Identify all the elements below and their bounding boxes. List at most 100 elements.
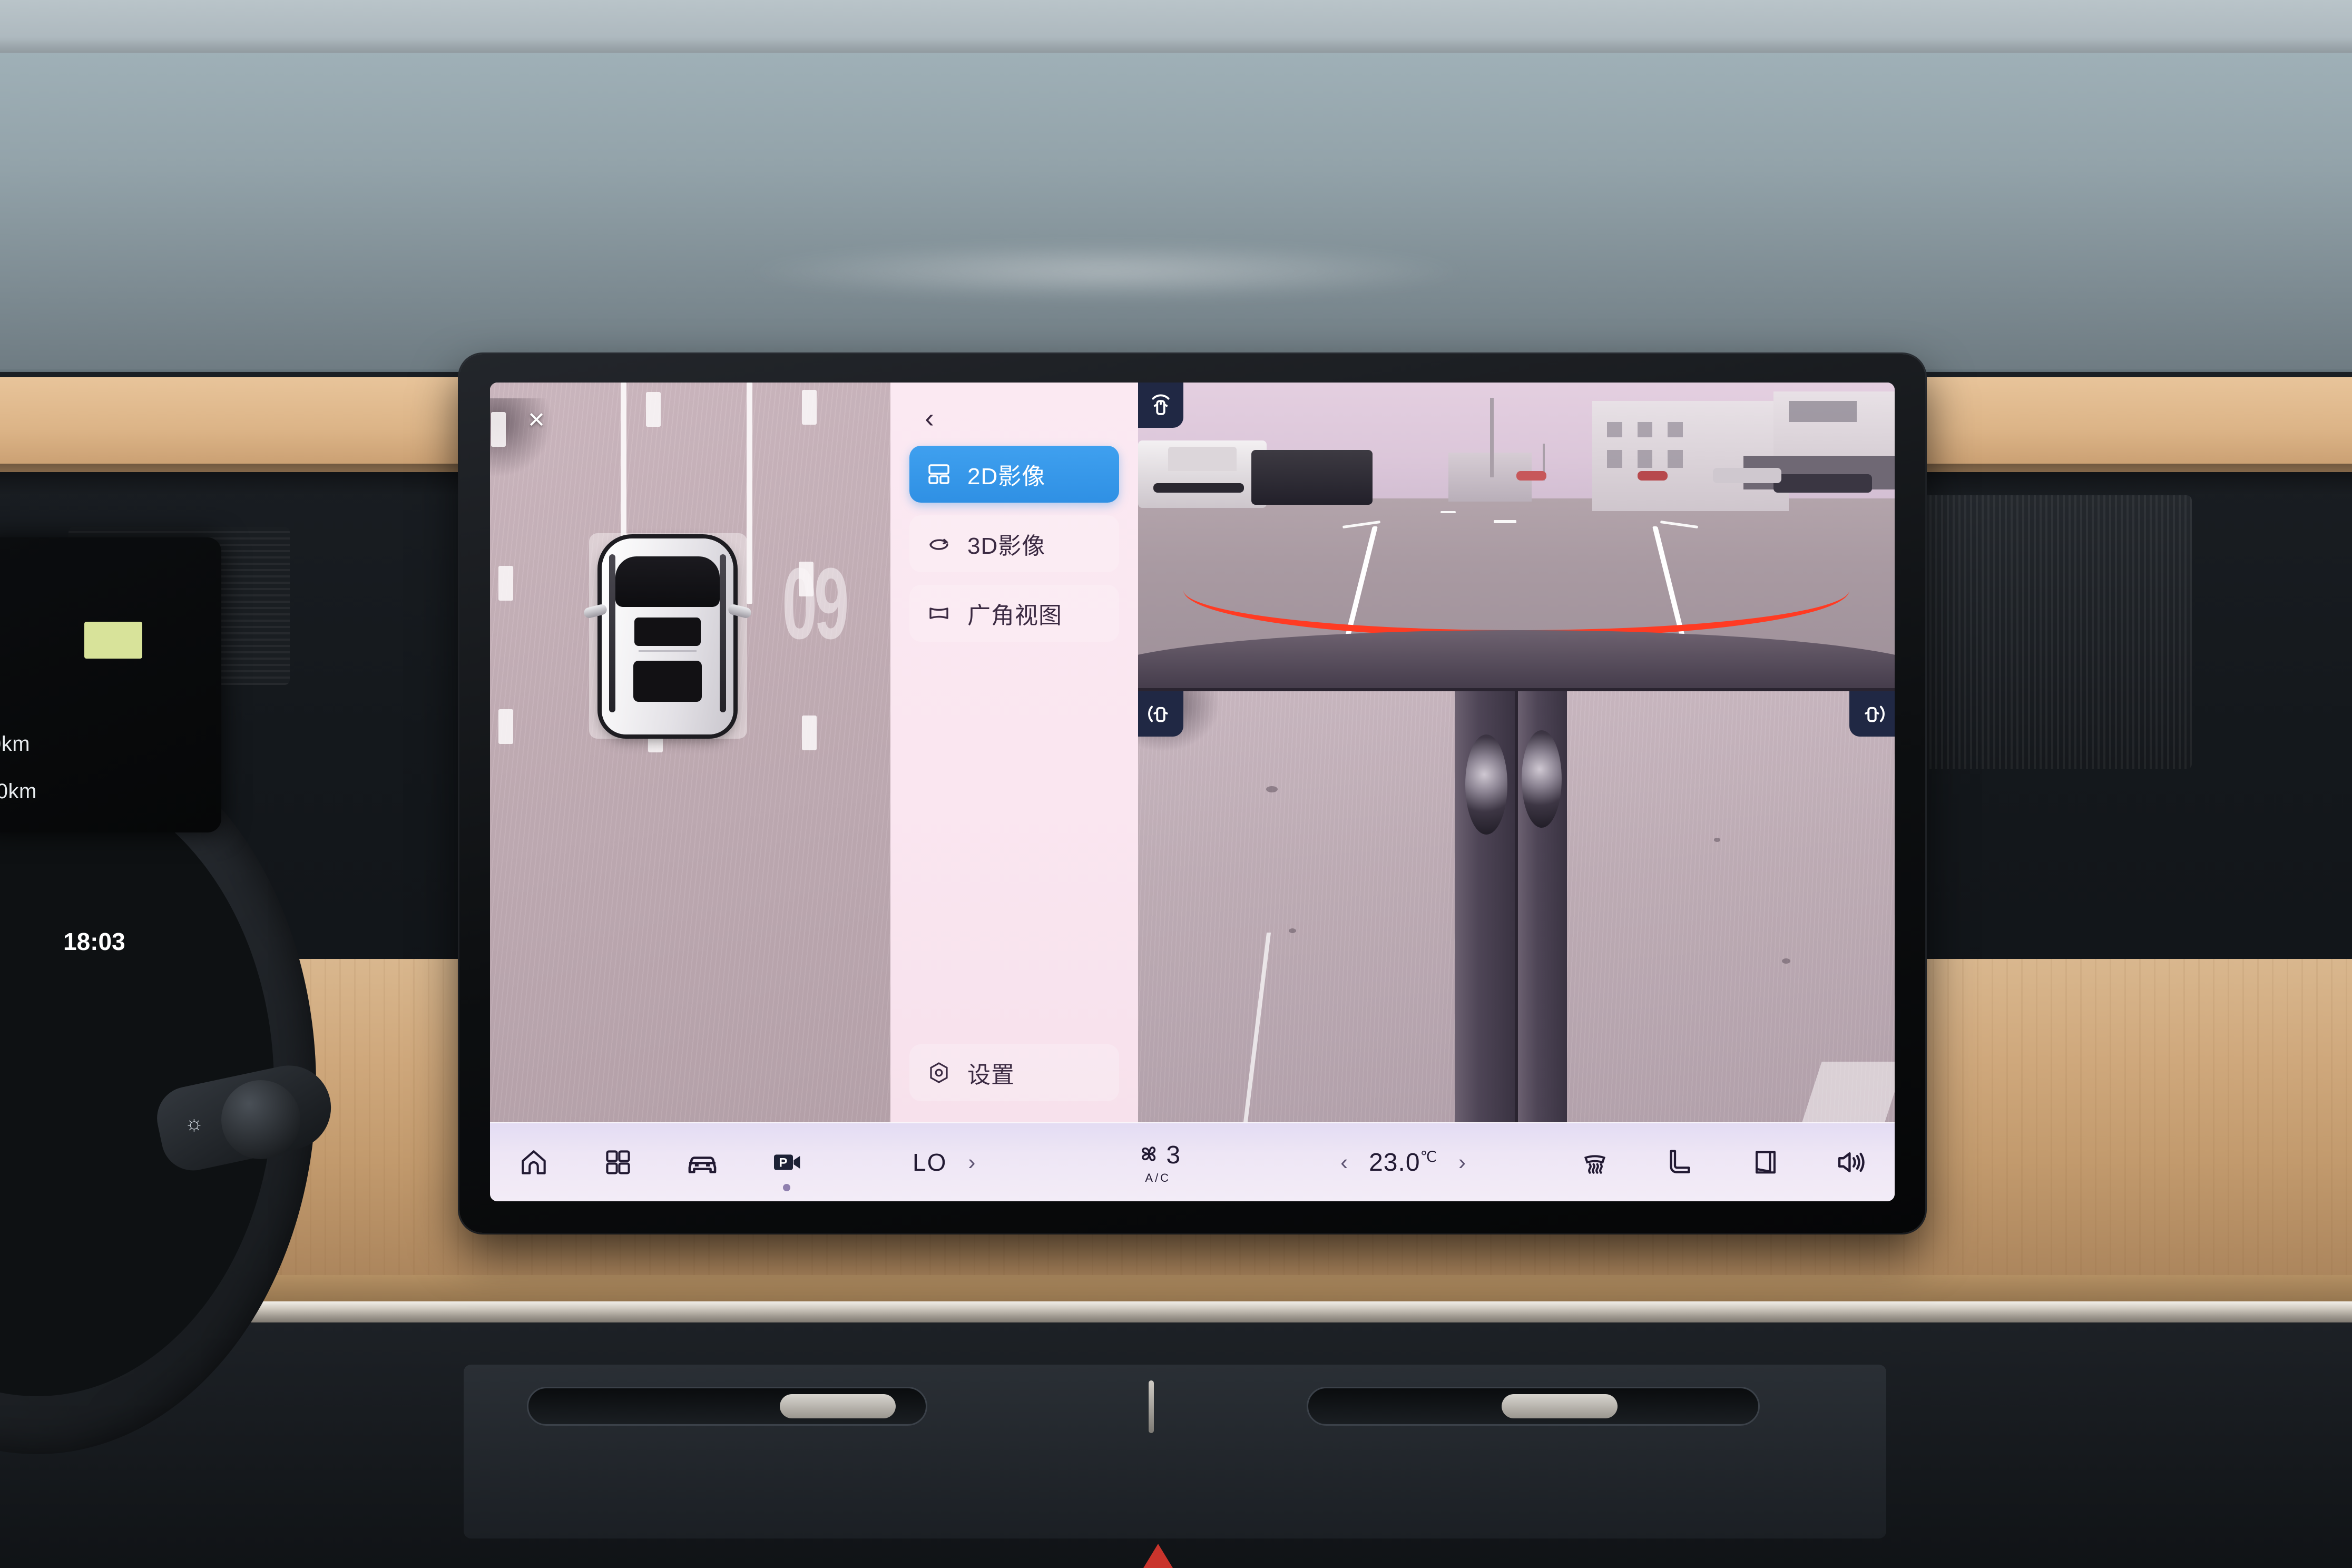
passenger-temp-value[interactable]: 23.0℃ xyxy=(1369,1148,1437,1177)
passenger-temp-decrease[interactable]: ‹ xyxy=(1337,1150,1351,1175)
curb-marker xyxy=(498,566,513,601)
home-icon[interactable] xyxy=(514,1143,553,1182)
building-window xyxy=(1607,449,1623,468)
passenger-temp-increase[interactable]: › xyxy=(1455,1150,1469,1175)
road-dash-marking xyxy=(1493,520,1516,523)
curb-marker xyxy=(498,709,513,744)
rotate-3d-icon xyxy=(925,530,953,557)
parked-vehicle xyxy=(1251,449,1373,505)
building-window xyxy=(1668,422,1683,438)
climate-control-group: LO › 3 A/C ‹ 23.0℃ › xyxy=(806,1140,1575,1185)
screen-body: 60 × ‹ 2D影像 3D影像 广角视图 设置 xyxy=(490,383,1895,1122)
roof-rail-right xyxy=(720,554,726,712)
camera-left-icon xyxy=(1138,691,1183,737)
back-chevron-icon[interactable]: ‹ xyxy=(914,403,945,434)
ground-texture xyxy=(1518,691,1895,1122)
fan-speed-control[interactable]: 3 A/C xyxy=(1135,1140,1180,1185)
parked-vehicle xyxy=(1637,471,1668,481)
head-unit-bezel: 60 × ‹ 2D影像 3D影像 广角视图 设置 P LO › 3 A/C ‹ … xyxy=(459,354,1925,1233)
menu-item-wide-angle[interactable]: 广角视图 xyxy=(909,585,1119,642)
hazard-triangle-icon xyxy=(1143,1544,1173,1568)
birdseye-view-panel[interactable]: 60 × xyxy=(490,383,890,1122)
fan-speed-row: 3 xyxy=(1135,1140,1180,1170)
close-icon[interactable]: × xyxy=(522,405,551,434)
menu-item-label: 广角视图 xyxy=(967,603,1062,629)
body-crease xyxy=(639,650,697,652)
trim-band-right xyxy=(1876,377,2352,472)
fan-speed-value: 3 xyxy=(1166,1141,1181,1169)
ego-vehicle-model xyxy=(583,538,752,734)
svg-text:P: P xyxy=(779,1156,787,1170)
roof-rail-left xyxy=(609,554,615,712)
driver-temp-increase[interactable]: › xyxy=(965,1150,978,1175)
camera-view-left[interactable] xyxy=(1138,691,1515,1122)
menu-item-2d[interactable]: 2D影像 xyxy=(909,446,1119,503)
volume-icon[interactable] xyxy=(1831,1143,1870,1182)
camera-right-icon xyxy=(1849,691,1895,737)
menu-item-settings[interactable]: 设置 xyxy=(909,1044,1119,1101)
pavement-paint-number: 60 xyxy=(785,546,849,660)
building-window xyxy=(1788,400,1857,423)
camera-grid xyxy=(1138,383,1895,1122)
menu-item-label: 设置 xyxy=(967,1062,1015,1088)
building-window xyxy=(1668,449,1683,468)
cluster-range-line-1: 0km xyxy=(0,732,31,756)
speaker-grille-right xyxy=(1918,495,2192,769)
dashboard-top xyxy=(0,53,2352,369)
view-mode-menu: ‹ 2D影像 3D影像 广角视图 设置 xyxy=(890,383,1138,1122)
windshield-washer-icon: ☼ xyxy=(184,1112,204,1135)
vehicle-grille xyxy=(1153,483,1244,493)
wide-angle-icon xyxy=(925,600,953,627)
menu-item-3d[interactable]: 3D影像 xyxy=(909,515,1119,572)
parked-vehicle xyxy=(1516,471,1547,481)
rear-defrost-icon[interactable] xyxy=(1575,1143,1614,1182)
lane-line xyxy=(747,383,752,604)
taskbar-right-group xyxy=(1575,1143,1870,1182)
wheel xyxy=(1465,734,1507,835)
gear-hex-icon xyxy=(925,1059,953,1086)
dashboard-reflection xyxy=(738,242,1475,300)
vent-divider xyxy=(1149,1380,1154,1433)
center-vent-block xyxy=(464,1365,1886,1538)
parking-camera-icon[interactable]: P xyxy=(767,1143,806,1182)
ground-mark xyxy=(1266,786,1278,792)
seat-icon[interactable] xyxy=(1661,1143,1700,1182)
pavement-texture xyxy=(490,383,890,1122)
curb-marker xyxy=(802,716,817,750)
sunroof-rear xyxy=(633,661,702,702)
side-camera-row xyxy=(1138,691,1895,1122)
camera-view-right[interactable] xyxy=(1518,691,1895,1122)
building-window xyxy=(1607,422,1623,438)
curb-marker xyxy=(491,412,506,447)
ground-mark xyxy=(1289,928,1296,933)
menu-item-label: 3D影像 xyxy=(967,533,1046,559)
sunroof-front xyxy=(634,618,701,646)
car-front-icon[interactable] xyxy=(683,1143,722,1182)
curb-marker xyxy=(802,390,817,425)
cluster-indicator xyxy=(84,622,142,659)
ground-mark xyxy=(1781,958,1790,964)
camera-front-icon xyxy=(1138,383,1183,428)
vent-knob-left[interactable] xyxy=(780,1394,896,1418)
utility-pole xyxy=(1489,398,1494,477)
wiper-stalk-knob[interactable] xyxy=(221,1080,300,1159)
vent-knob-right[interactable] xyxy=(1502,1394,1618,1418)
door-open-icon[interactable] xyxy=(1746,1143,1785,1182)
fan-icon xyxy=(1135,1140,1163,1170)
hazard-light-button[interactable] xyxy=(1143,1544,1180,1568)
road-dash-marking xyxy=(1440,511,1456,513)
parked-vehicle xyxy=(1773,474,1872,493)
ac-label: A/C xyxy=(1145,1171,1171,1184)
menu-item-label: 2D影像 xyxy=(967,464,1046,489)
cluster-clock: 18:03 xyxy=(63,928,125,955)
temp-unit: ℃ xyxy=(1420,1148,1437,1165)
curb-marker xyxy=(646,392,661,427)
system-taskbar: P LO › 3 A/C ‹ 23.0℃ › xyxy=(490,1122,1895,1201)
apps-grid-icon[interactable] xyxy=(599,1143,638,1182)
cluster-range-line-2: 00km xyxy=(0,780,37,803)
driver-temp-value[interactable]: LO xyxy=(913,1148,947,1177)
camera-view-front[interactable] xyxy=(1138,383,1895,688)
menu-spacer xyxy=(909,654,1119,1044)
wheel xyxy=(1522,730,1562,828)
trim-band-left xyxy=(0,377,464,472)
